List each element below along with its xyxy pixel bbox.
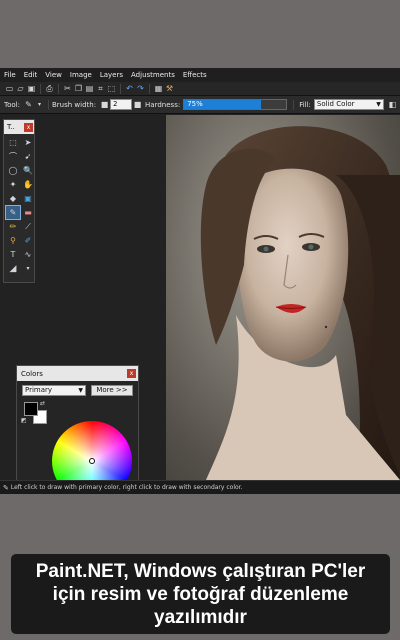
zoom-icon[interactable]: 🔍 xyxy=(21,164,35,177)
caption-text: Paint.NET, Windows çalıştıran PC'ler içi… xyxy=(35,560,366,628)
hardness-value: 75% xyxy=(187,100,203,108)
primary-color-swatch[interactable] xyxy=(24,402,38,416)
workspace: T.. x ⬚ ➤ ⌒ ➹ ◯ 🔍 ✦ ✋ ◆ ▣ ✎ ▬ ✏ ⟋ ⚲ ✐ T xyxy=(0,114,400,494)
paste-icon[interactable]: ▤ xyxy=(84,83,95,94)
copy-icon[interactable]: ❐ xyxy=(73,83,84,94)
status-bar: ✎ Left click to draw with primary color,… xyxy=(0,480,400,494)
caption-banner: Paint.NET, Windows çalıştıran PC'ler içi… xyxy=(10,553,391,635)
brush-decrease-icon[interactable]: ■ xyxy=(99,99,110,110)
menu-edit[interactable]: Edit xyxy=(24,71,38,79)
toolbar-divider xyxy=(120,83,121,94)
brush-width-label: Brush width: xyxy=(51,100,97,109)
fill-dropdown-value: Solid Color xyxy=(316,100,355,108)
paintbrush-icon: ✎ xyxy=(3,483,9,492)
new-icon[interactable]: ▭ xyxy=(4,83,15,94)
shapes-icon[interactable]: ◢ xyxy=(6,262,20,275)
deselect-icon[interactable]: ⬚ xyxy=(106,83,117,94)
move-selected-icon[interactable]: ➹ xyxy=(21,150,35,163)
tool-label: Tool: xyxy=(4,100,20,109)
redo-icon[interactable]: ↷ xyxy=(135,83,146,94)
paintbrush-icon[interactable]: ✎ xyxy=(23,99,34,110)
reset-colors-icon[interactable]: ◩ xyxy=(21,417,27,424)
menu-file[interactable]: File xyxy=(4,71,16,79)
text-icon[interactable]: T xyxy=(6,248,20,261)
portrait-photo xyxy=(200,126,400,480)
paintbrush-tool-icon[interactable]: ✎ xyxy=(5,205,21,220)
swap-colors-icon[interactable]: ⇄ xyxy=(40,400,45,407)
chevron-down-icon: ▼ xyxy=(376,101,381,108)
toolbar-divider xyxy=(58,83,59,94)
undo-icon[interactable]: ↶ xyxy=(124,83,135,94)
options-divider xyxy=(293,99,295,110)
tools-panel-close-button[interactable]: x xyxy=(24,122,33,132)
pan-icon[interactable]: ✋ xyxy=(21,178,35,191)
clone-stamp-icon[interactable]: ⚲ xyxy=(6,234,20,247)
more-colors-button[interactable]: More >> xyxy=(91,385,133,396)
menu-layers[interactable]: Layers xyxy=(100,71,123,79)
color-picker-icon[interactable]: ⟋ xyxy=(21,220,35,233)
move-selection-icon[interactable]: ➤ xyxy=(21,136,35,149)
open-icon[interactable]: ▱ xyxy=(15,83,26,94)
shape-dropdown-icon[interactable]: ▾ xyxy=(21,262,35,275)
paint-bucket-icon[interactable]: ◆ xyxy=(6,192,20,205)
brush-increase-icon[interactable]: ■ xyxy=(132,99,143,110)
menu-adjustments[interactable]: Adjustments xyxy=(131,71,175,79)
fill-label: Fill: xyxy=(299,100,311,109)
tool-grid: ⬚ ➤ ⌒ ➹ ◯ 🔍 ✦ ✋ ◆ ▣ ✎ ▬ ✏ ⟋ ⚲ ✐ T ∿ ◢ ▾ xyxy=(4,134,34,275)
print-icon[interactable]: ⎙ xyxy=(44,83,55,94)
toolbar-divider xyxy=(149,83,150,94)
paintnet-window: File Edit View Image Layers Adjustments … xyxy=(0,68,400,494)
colors-panel-body: Primary ▼ More >> ⇄ ◩ ■ ▤ ▾ xyxy=(17,381,138,494)
options-divider xyxy=(47,99,49,110)
hardness-slider[interactable]: 75% xyxy=(183,99,288,110)
grid-icon[interactable]: ▦ xyxy=(153,83,164,94)
chevron-down-icon: ▼ xyxy=(78,387,83,394)
cut-icon[interactable]: ✂ xyxy=(62,83,73,94)
hardness-label: Hardness: xyxy=(145,100,181,109)
colors-panel-close-button[interactable]: x xyxy=(127,369,136,378)
colors-panel: Colors x Primary ▼ More >> ⇄ ◩ ■ ▤ ▾ xyxy=(16,365,139,494)
tools-panel: T.. x ⬚ ➤ ⌒ ➹ ◯ 🔍 ✦ ✋ ◆ ▣ ✎ ▬ ✏ ⟋ ⚲ ✐ T xyxy=(3,119,35,283)
menu-bar: File Edit View Image Layers Adjustments … xyxy=(0,68,400,82)
gradient-icon[interactable]: ▣ xyxy=(21,192,35,205)
tool-options-bar: Tool: ✎ ▾ Brush width: ■ 2 ■ Hardness: 7… xyxy=(0,96,400,114)
tools-panel-title: T.. xyxy=(7,123,15,131)
tools-icon[interactable]: ⚒ xyxy=(164,83,175,94)
fill-dropdown[interactable]: Solid Color ▼ xyxy=(313,99,384,110)
menu-effects[interactable]: Effects xyxy=(183,71,207,79)
crop-icon[interactable]: ⌗ xyxy=(95,83,106,94)
menu-view[interactable]: View xyxy=(45,71,62,79)
tools-panel-titlebar[interactable]: T.. x xyxy=(4,120,34,134)
image-canvas[interactable] xyxy=(166,115,400,480)
brush-width-input[interactable]: 2 xyxy=(110,99,133,110)
colors-panel-titlebar[interactable]: Colors x xyxy=(17,366,138,381)
save-icon[interactable]: ▣ xyxy=(26,83,37,94)
color-mode-dropdown[interactable]: Primary ▼ xyxy=(22,385,86,396)
colors-panel-title: Colors xyxy=(21,369,43,378)
blend-mode-icon[interactable]: ◧ xyxy=(387,99,398,110)
magic-wand-icon[interactable]: ✦ xyxy=(6,178,20,191)
recolor-icon[interactable]: ✐ xyxy=(21,234,35,247)
main-toolbar: ▭ ▱ ▣ ⎙ ✂ ❐ ▤ ⌗ ⬚ ↶ ↷ ▦ ⚒ xyxy=(0,82,400,96)
chevron-down-icon[interactable]: ▾ xyxy=(34,99,45,110)
eraser-icon[interactable]: ▬ xyxy=(21,206,35,219)
toolbar-divider xyxy=(40,83,41,94)
status-text: Left click to draw with primary color, r… xyxy=(10,484,243,491)
pencil-icon[interactable]: ✏ xyxy=(6,220,20,233)
color-wheel-marker[interactable] xyxy=(89,458,95,464)
menu-image[interactable]: Image xyxy=(70,71,92,79)
color-mode-value: Primary xyxy=(25,386,53,394)
ellipse-select-icon[interactable]: ◯ xyxy=(6,164,20,177)
line-curve-icon[interactable]: ∿ xyxy=(21,248,35,261)
rectangle-select-icon[interactable]: ⬚ xyxy=(6,136,20,149)
lasso-select-icon[interactable]: ⌒ xyxy=(6,150,20,163)
